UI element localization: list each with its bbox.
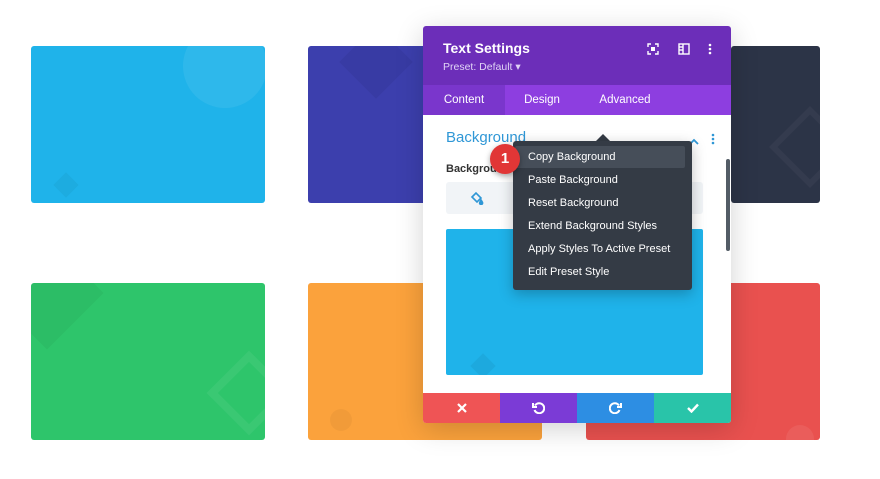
decorative-diamond [206, 350, 265, 436]
tab-content[interactable]: Content [423, 85, 505, 115]
card-blue [31, 46, 265, 203]
check-icon [686, 403, 699, 413]
modal-footer [423, 393, 731, 423]
card-indigo [308, 46, 428, 203]
columns-icon[interactable] [675, 40, 693, 58]
decorative-circle [183, 46, 265, 108]
redo-icon [609, 402, 622, 414]
modal-title: Text Settings [443, 40, 530, 56]
scrollbar[interactable] [726, 159, 730, 251]
modal-header: Text Settings Preset: Default ▾ [423, 26, 731, 85]
decorative-circle [330, 409, 352, 431]
undo-button[interactable] [500, 393, 577, 423]
menu-item-extend-background-styles[interactable]: Extend Background Styles [515, 215, 685, 237]
close-button[interactable] [423, 393, 500, 423]
card-green [31, 283, 265, 440]
more-vertical-icon[interactable] [701, 40, 719, 58]
card-navy [731, 46, 820, 203]
preset-dropdown[interactable]: Preset: Default ▾ [443, 61, 521, 73]
decorative-diamond [31, 283, 104, 350]
save-button[interactable] [654, 393, 731, 423]
modal-tabs: Content Design Advanced [423, 85, 731, 115]
tab-design[interactable]: Design [505, 85, 579, 115]
focus-icon[interactable] [644, 40, 662, 58]
step-badge: 1 [490, 144, 520, 174]
menu-item-edit-preset-style[interactable]: Edit Preset Style [515, 261, 685, 283]
decorative-circle [786, 425, 814, 440]
context-menu-arrow [596, 134, 610, 141]
context-menu: Copy Background Paste Background Reset B… [513, 141, 692, 290]
menu-item-apply-styles-to-active-preset[interactable]: Apply Styles To Active Preset [515, 238, 685, 260]
paint-bucket-icon[interactable] [470, 191, 484, 210]
background-field-label: Backgrou [446, 163, 497, 175]
menu-item-copy-background[interactable]: Copy Background [515, 146, 685, 168]
decorative-diamond [768, 105, 820, 189]
menu-item-paste-background[interactable]: Paste Background [515, 169, 685, 191]
redo-button[interactable] [577, 393, 654, 423]
close-icon [456, 403, 467, 413]
more-vertical-icon[interactable] [711, 132, 715, 150]
tab-advanced[interactable]: Advanced [579, 85, 671, 115]
undo-icon [532, 402, 545, 414]
menu-item-reset-background[interactable]: Reset Background [515, 192, 685, 214]
decorative-diamond [339, 46, 413, 99]
decorative-diamond [470, 353, 496, 375]
decorative-diamond [53, 172, 79, 198]
